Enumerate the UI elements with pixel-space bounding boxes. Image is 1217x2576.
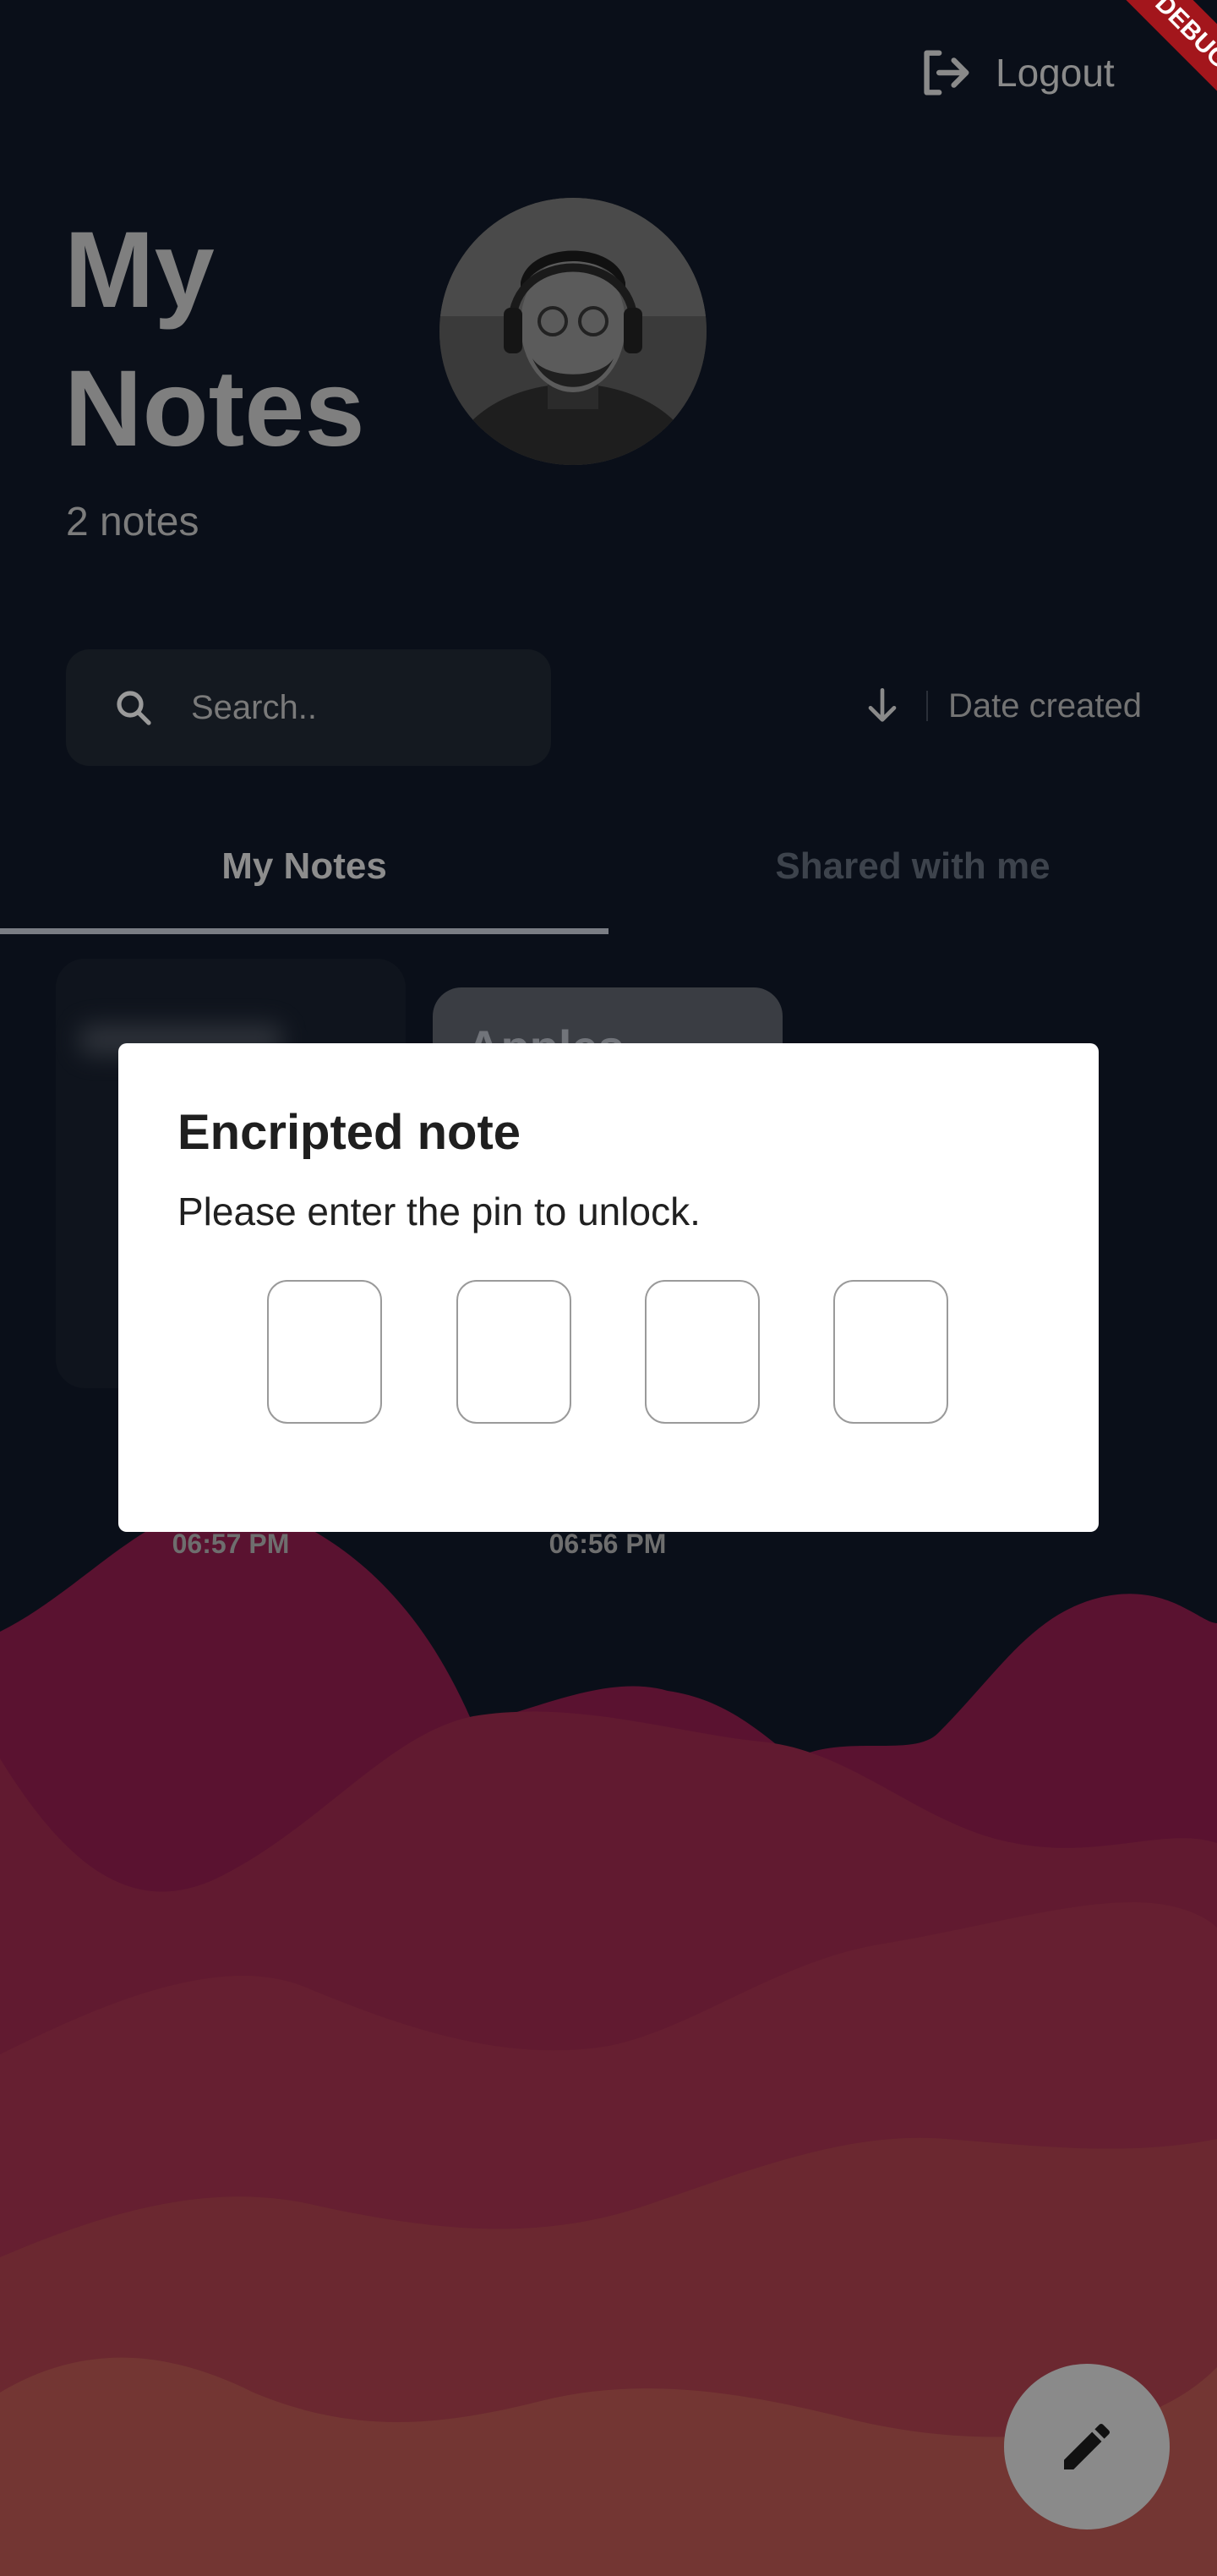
- dialog-message: Please enter the pin to unlock.: [177, 1190, 701, 1233]
- sort-label[interactable]: Date created: [948, 687, 1142, 725]
- debug-banner: DEBUG: [1124, 0, 1217, 93]
- tab-indicator: [0, 928, 608, 934]
- sort-control[interactable]: Date created: [859, 676, 1142, 736]
- search-box[interactable]: [66, 649, 551, 766]
- dialog-title: Encripted note: [177, 1105, 521, 1160]
- pin-input-1[interactable]: [269, 1282, 384, 1424]
- note-count: 2 notes: [66, 500, 199, 544]
- pin-digit-1[interactable]: [267, 1280, 384, 1424]
- pin-digit-4[interactable]: [833, 1280, 950, 1424]
- page-title: My Notes: [64, 201, 365, 479]
- pin-input-3[interactable]: [647, 1282, 761, 1424]
- note-time: 06:56 PM: [548, 1529, 667, 1559]
- app-screen: DEBUG Logout My Notes 2 notes Search.. D…: [0, 0, 1217, 2576]
- sort-divider: [926, 691, 928, 721]
- pin-digit-2[interactable]: [456, 1280, 573, 1424]
- arrow-down-icon[interactable]: [859, 682, 906, 730]
- page-title-line1: My: [64, 210, 215, 331]
- tab-shared-with-me[interactable]: Shared with me: [608, 845, 1217, 901]
- debug-banner-label: DEBUG: [1124, 0, 1217, 93]
- logout-icon: [924, 50, 969, 96]
- encrypted-note-dialog: Encripted note Please enter the pin to u…: [118, 1043, 1099, 1532]
- pin-input-4[interactable]: [835, 1282, 950, 1424]
- pin-digit-3[interactable]: [645, 1280, 761, 1424]
- note-time: 06:57 PM: [172, 1529, 290, 1559]
- tab-my-notes[interactable]: My Notes: [0, 845, 608, 901]
- page-title-line2: Notes: [64, 348, 365, 469]
- logout-label: Logout: [996, 51, 1115, 95]
- logout-button[interactable]: Logout: [914, 42, 1115, 103]
- search-input[interactable]: [189, 687, 497, 728]
- avatar[interactable]: [439, 198, 707, 465]
- pencil-icon: [1064, 2423, 1111, 2469]
- search-icon: [117, 691, 151, 725]
- new-note-button[interactable]: [1004, 2364, 1170, 2530]
- avatar-image: [439, 198, 707, 465]
- pin-input-2[interactable]: [458, 1282, 573, 1424]
